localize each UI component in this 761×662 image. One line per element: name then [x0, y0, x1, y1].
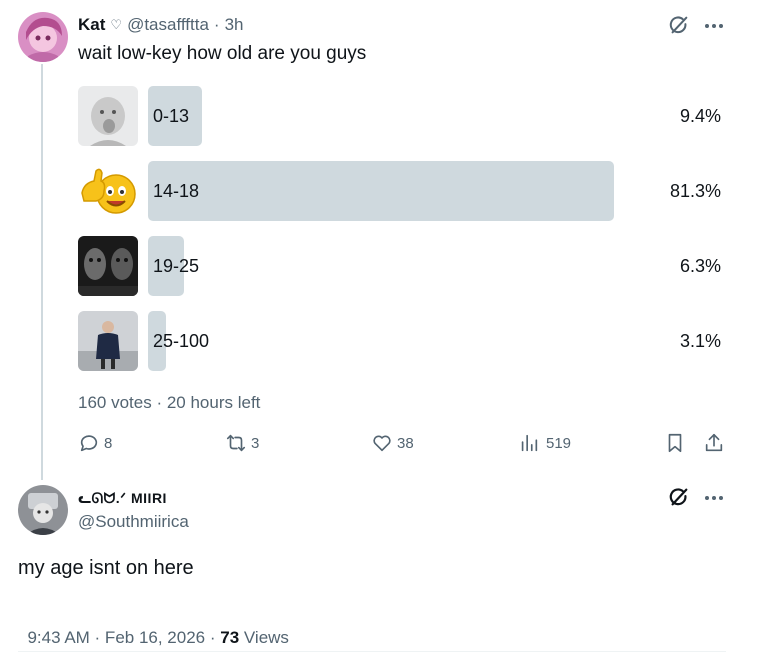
poll-option-label: 0-13 [153, 106, 190, 126]
views-button[interactable]: 519 [518, 432, 571, 454]
poll-option-label: 19-25 [153, 256, 200, 276]
analytics-icon [521, 434, 538, 452]
author-handle[interactable]: @tasaffftta [127, 15, 209, 35]
divider [18, 651, 726, 652]
reply-meta: 9:43 AM · Feb 16, 2026 · 73 Views [18, 605, 289, 649]
thumbs-up-emoji-thumbnail [78, 161, 138, 221]
reply-views-count: 73 [220, 628, 240, 647]
thread-line [41, 64, 43, 480]
like-button[interactable]: 38 [371, 432, 414, 454]
more-options-icon[interactable] [704, 14, 724, 38]
bookmark-icon [668, 433, 682, 453]
reply-button[interactable]: 8 [78, 432, 112, 454]
tweet-header: Kat ♡ @tasaffftta · 3h [78, 13, 244, 37]
dark-faces-photo-thumbnail [78, 236, 138, 296]
author-name[interactable]: Kat [78, 15, 105, 35]
tweet-time[interactable]: 3h [225, 15, 244, 35]
avatar[interactable] [18, 12, 68, 62]
reply-icon [80, 435, 98, 452]
repost-button[interactable]: 3 [225, 432, 259, 454]
reply-text: my age isnt on here [18, 557, 194, 579]
share-icon [705, 433, 723, 452]
poll-option-percent: 6.3% [679, 256, 721, 276]
reply-grok-icon[interactable] [668, 486, 692, 510]
reply-views-label: Views [239, 628, 289, 647]
poll-option-label: 14-18 [153, 181, 200, 201]
poll-bar [148, 161, 614, 221]
heart-badge-icon: ♡ [110, 17, 123, 32]
reply-more-options-icon[interactable] [704, 486, 724, 510]
repost-count: 3 [251, 434, 260, 452]
views-count: 519 [546, 434, 572, 452]
baby-photo-thumbnail [78, 86, 138, 146]
share-button[interactable] [703, 432, 725, 454]
bookmark-button[interactable] [664, 432, 686, 454]
person-photo-thumbnail [78, 311, 138, 371]
poll-option[interactable]: 19-25 6.3% [78, 236, 721, 296]
poll-option-percent: 9.4% [679, 106, 721, 126]
poll-option[interactable]: 0-13 9.4% [78, 86, 721, 146]
reply-avatar[interactable] [18, 485, 68, 535]
poll-option-percent: 3.1% [679, 331, 721, 351]
poll-option-label: 25-100 [153, 331, 210, 351]
poll-option[interactable]: 25-100 3.1% [78, 311, 721, 371]
reply-count: 8 [104, 434, 113, 452]
poll-option-percent: 81.3% [669, 181, 721, 201]
reply-author-name[interactable]: ᓚᘏᗢ.ᐟ MIIRI [78, 488, 167, 508]
poll-summary: 160 votes · 20 hours left [78, 393, 261, 412]
poll-option[interactable]: 14-18 81.3% [78, 161, 721, 221]
tweet-text: wait low-key how old are you guys [78, 43, 367, 64]
reply-author-handle[interactable]: @Southmiirica [78, 511, 189, 533]
reply-timestamp[interactable]: 9:43 AM · Feb 16, 2026 · [27, 628, 220, 647]
separator: · [213, 15, 220, 34]
heart-icon [373, 435, 391, 452]
repost-icon [226, 434, 246, 452]
grok-icon[interactable] [668, 14, 692, 38]
like-count: 38 [397, 434, 414, 452]
